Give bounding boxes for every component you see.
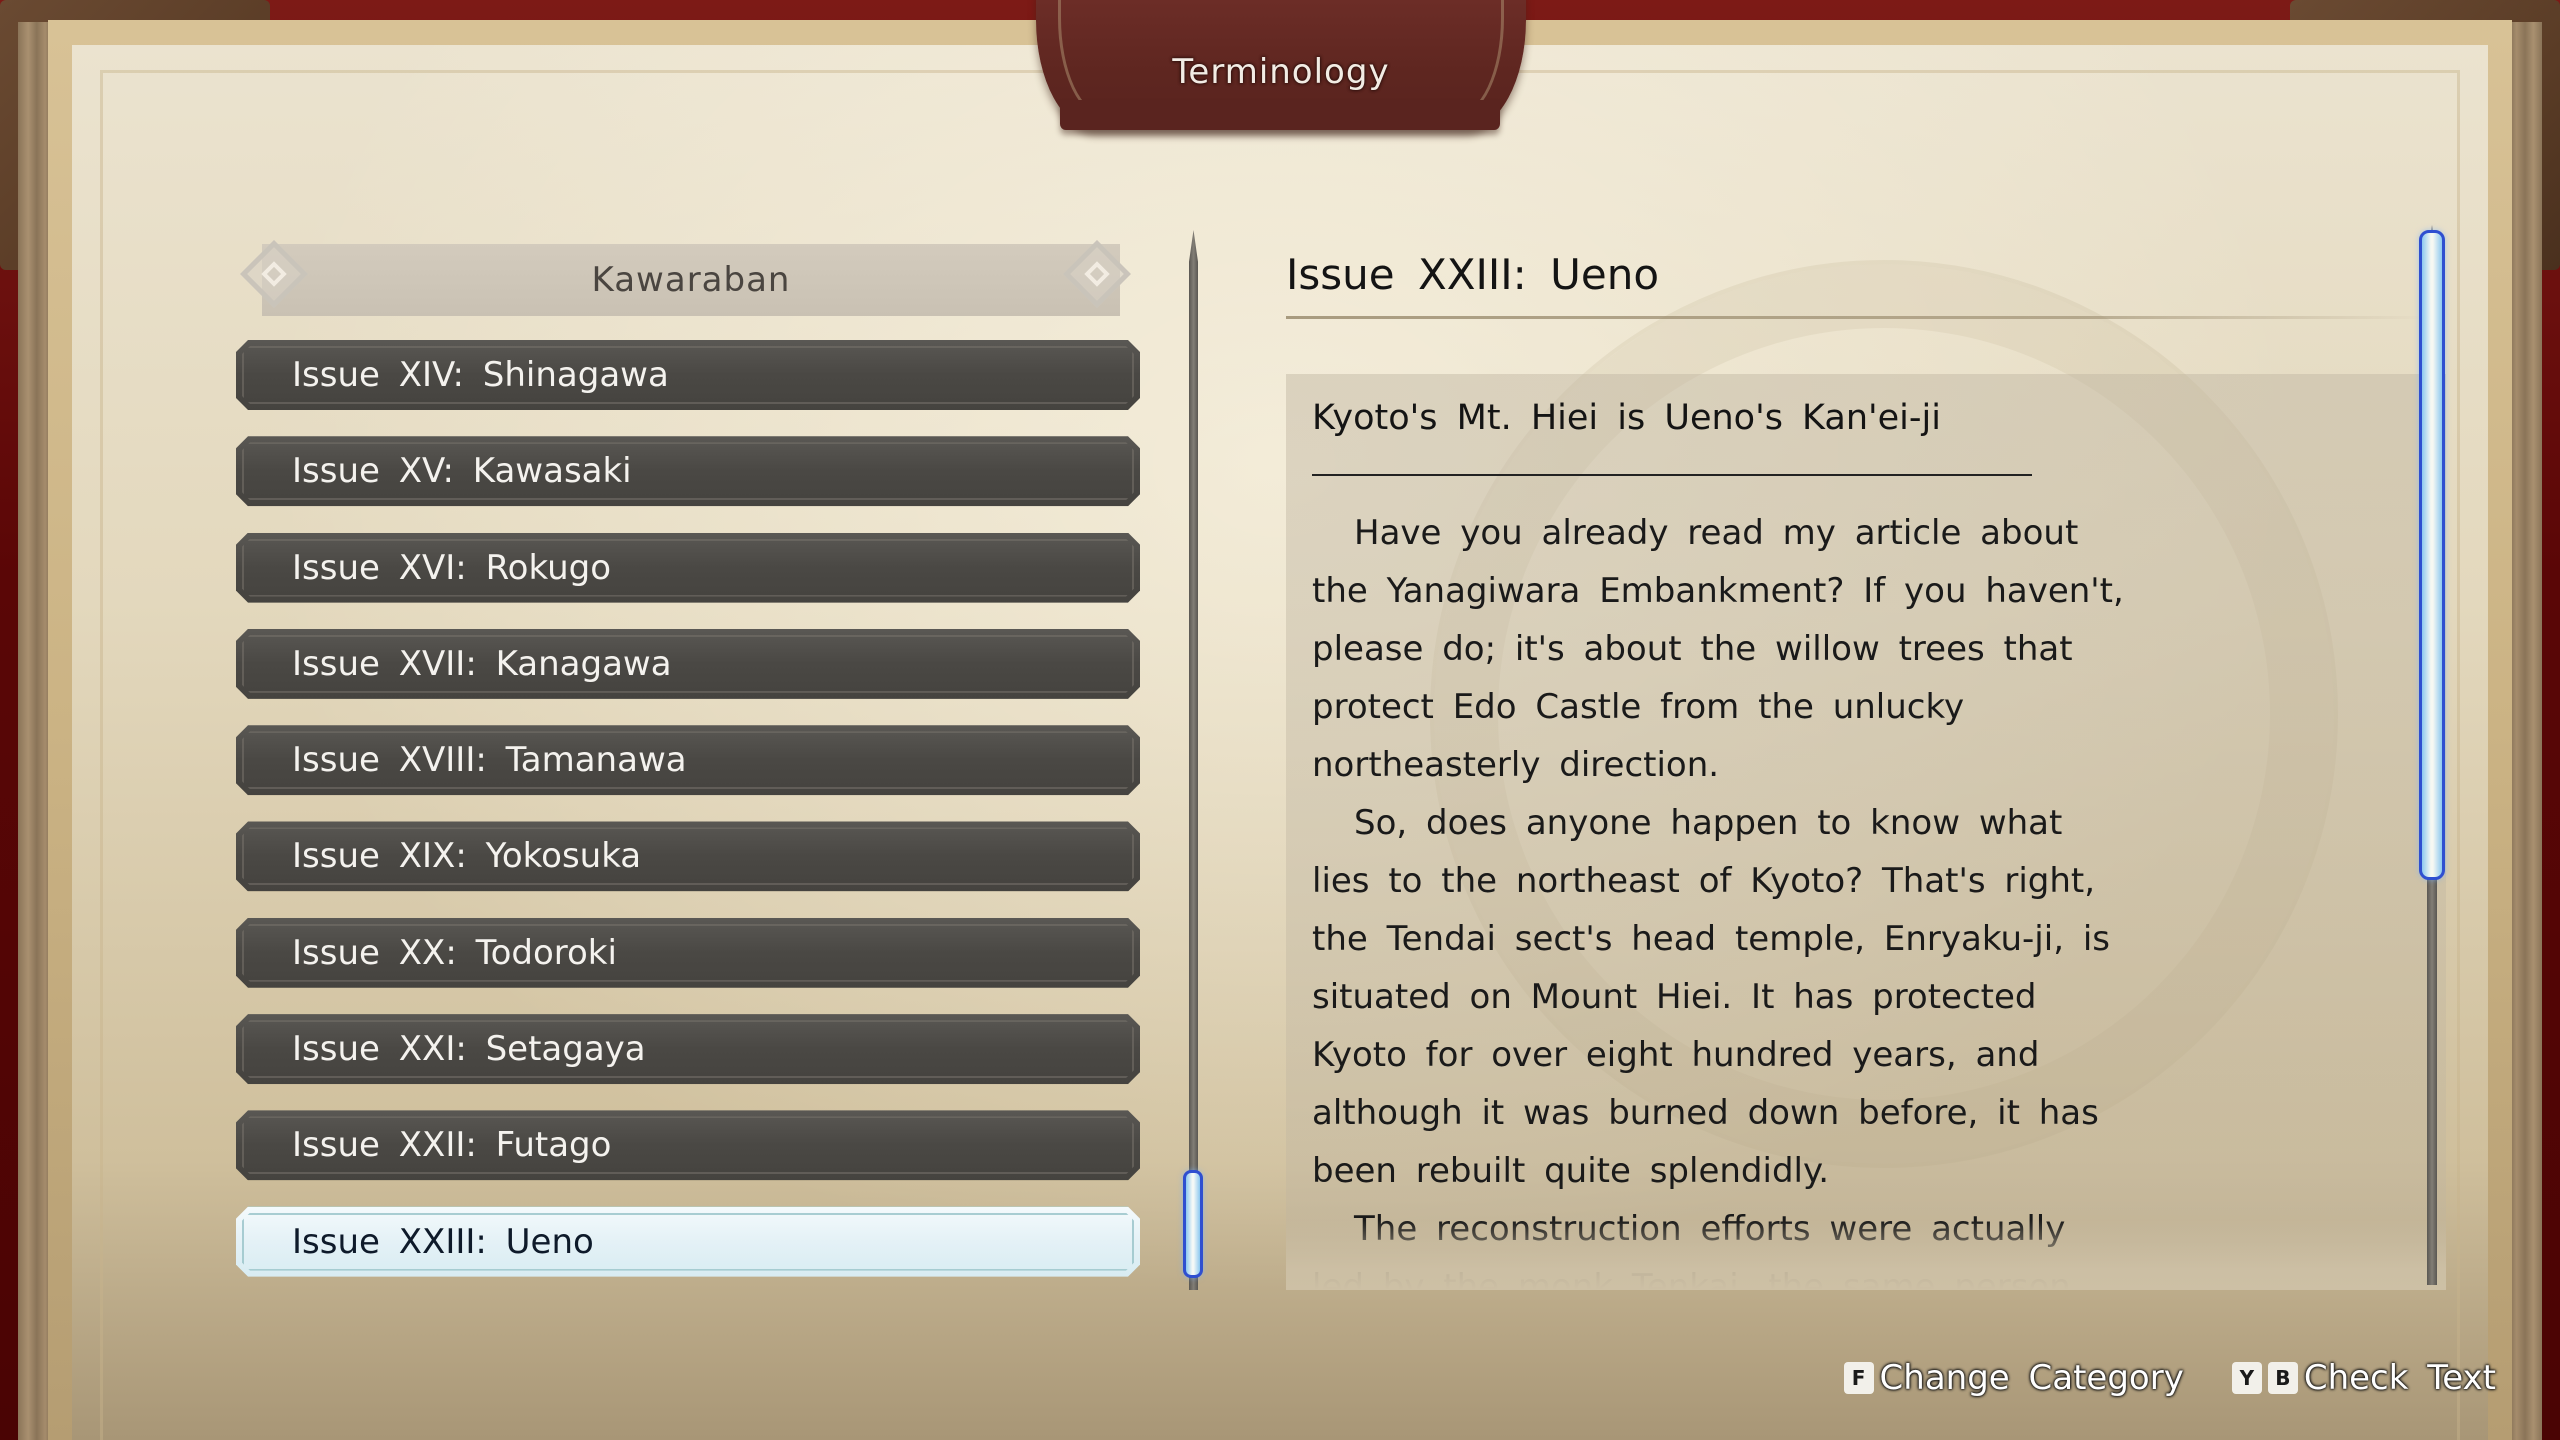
detail-title: Issue XXIII: Ueno (1286, 250, 1660, 299)
list-item-label: Issue XXI: Setagaya (292, 1029, 646, 1070)
category-header[interactable]: Kawaraban (262, 244, 1120, 316)
screen-title: Terminology (1172, 52, 1390, 92)
text-scrollbar-thumb[interactable] (2419, 230, 2445, 880)
issue-list: Issue XIV: Shinagawa Issue XV: Kawasaki … (236, 340, 1140, 1303)
hint-check-text[interactable]: Y B Check Text (2231, 1358, 2496, 1398)
article-paragraph: So, does anyone happen to know what lies… (1312, 803, 2110, 1191)
list-item-selected[interactable]: Issue XXIII: Ueno (236, 1207, 1140, 1277)
key-f-icon: F (1843, 1362, 1874, 1394)
list-item-label: Issue XV: Kawasaki (292, 451, 632, 492)
article-paragraph: Have you already read my article about t… (1312, 513, 2124, 785)
frame-rail-right (2508, 22, 2542, 1440)
list-item[interactable]: Issue XIX: Yokosuka (236, 821, 1140, 891)
list-item[interactable]: Issue XVII: Kanagawa (236, 629, 1140, 699)
list-scrollbar-track[interactable] (1189, 230, 1198, 1290)
frame-rail-left (18, 22, 52, 1440)
key-b-icon: B (2267, 1362, 2298, 1394)
list-item[interactable]: Issue XX: Todoroki (236, 918, 1140, 988)
hint-label: Check Text (2303, 1358, 2496, 1398)
list-item-label: Issue XXIII: Ueno (292, 1221, 594, 1262)
list-item[interactable]: Issue XIV: Shinagawa (236, 340, 1140, 410)
list-item-label: Issue XVII: Kanagawa (292, 643, 672, 684)
list-item[interactable]: Issue XVI: Rokugo (236, 533, 1140, 603)
list-item-label: Issue XVIII: Tamanawa (292, 740, 687, 781)
list-item-label: Issue XXII: Futago (292, 1125, 612, 1166)
article-body: Have you already read my article about t… (1312, 504, 2132, 1290)
list-item-label: Issue XIX: Yokosuka (292, 836, 642, 877)
subject-underline (1312, 474, 2032, 476)
article-panel[interactable]: Kyoto's Mt. Hiei is Ueno's Kan'ei-ji Hav… (1286, 374, 2446, 1290)
list-item[interactable]: Issue XXI: Setagaya (236, 1014, 1140, 1084)
hint-change-category[interactable]: F Change Category (1843, 1358, 2220, 1398)
list-item[interactable]: Issue XV: Kawasaki (236, 436, 1140, 506)
title-tab-base (1060, 100, 1500, 130)
list-scrollbar-thumb[interactable] (1183, 1170, 1203, 1278)
list-item-label: Issue XIV: Shinagawa (292, 355, 669, 395)
article-subject: Kyoto's Mt. Hiei is Ueno's Kan'ei-ji (1312, 398, 1941, 438)
key-y-icon: Y (2231, 1362, 2262, 1394)
hint-label: Change Category (1879, 1358, 2184, 1398)
list-item-label: Issue XVI: Rokugo (292, 547, 612, 588)
list-item-label: Issue XX: Todoroki (292, 932, 617, 973)
list-item[interactable]: Issue XVIII: Tamanawa (236, 725, 1140, 795)
button-hints: F Change Category Y B Check Text (1843, 1358, 2496, 1398)
detail-divider (1286, 316, 2426, 319)
text-fade-overlay (1286, 1220, 2446, 1290)
list-item[interactable]: Issue XXII: Futago (236, 1110, 1140, 1180)
category-label: Kawaraban (591, 260, 791, 300)
